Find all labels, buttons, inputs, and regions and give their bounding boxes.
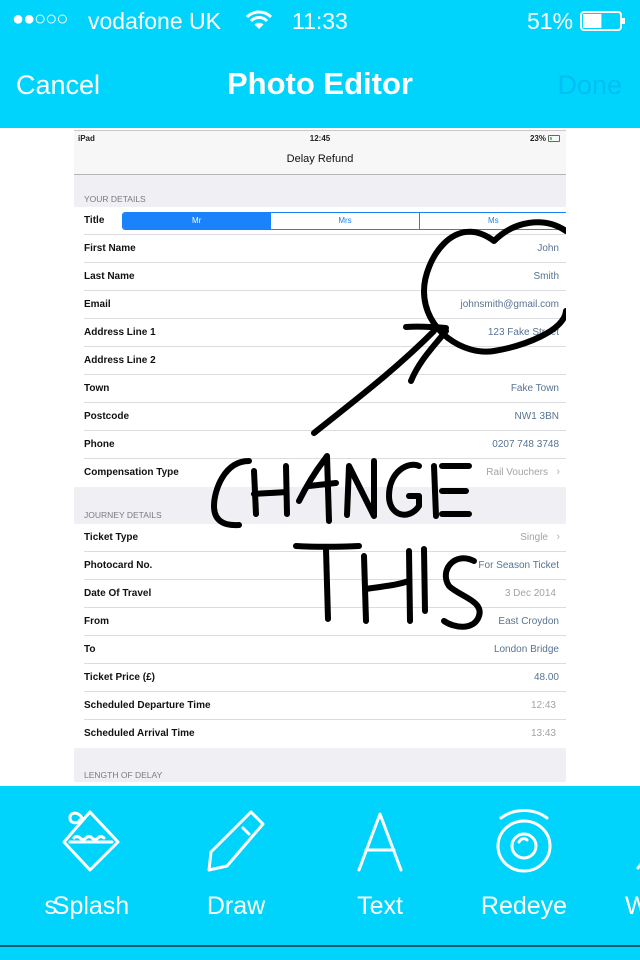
chevron-right-icon: › bbox=[556, 531, 560, 543]
pencil-icon bbox=[207, 810, 265, 872]
tool-redeye[interactable]: Redeye bbox=[459, 786, 589, 946]
table-row[interactable]: Address Line 1 123 Fake Street bbox=[84, 319, 566, 347]
row-label: Phone bbox=[84, 439, 115, 450]
table-row[interactable]: Photocard No. For Season Ticket bbox=[84, 552, 566, 580]
table-row[interactable]: Scheduled Departure Time 12:43 bbox=[84, 692, 566, 720]
tool-label: W bbox=[625, 892, 640, 920]
tool-draw[interactable]: Draw bbox=[171, 786, 301, 946]
segment-mrs[interactable]: Mrs bbox=[271, 213, 420, 229]
row-label: Last Name bbox=[84, 271, 135, 282]
row-label: Scheduled Departure Time bbox=[84, 700, 211, 711]
row-value: 12:43 bbox=[530, 700, 556, 711]
row-value: 123 Fake Street bbox=[487, 327, 559, 338]
section-header-journey-details: JOURNEY DETAILS bbox=[84, 510, 162, 520]
status-bar: ●●○○○ vodafone UK 11:33 51% bbox=[0, 0, 640, 42]
row-value: NW1 3BN bbox=[514, 411, 559, 422]
row-value: Single bbox=[520, 532, 548, 543]
row-label: Postcode bbox=[84, 411, 130, 422]
row-label: From bbox=[84, 616, 109, 627]
row-value: Rail Vouchers bbox=[486, 467, 548, 478]
row-value: Fake Town bbox=[510, 383, 559, 394]
row-label: Title bbox=[84, 215, 105, 226]
battery-icon bbox=[580, 11, 625, 31]
chevron-right-icon: › bbox=[556, 466, 560, 478]
row-label: Ticket Price (£) bbox=[84, 672, 155, 683]
table-row[interactable]: Town Fake Town bbox=[84, 375, 566, 403]
table-row[interactable]: Scheduled Arrival Time 13:43 bbox=[84, 720, 566, 748]
table-row[interactable]: Ticket Type Single › bbox=[84, 524, 566, 552]
eye-icon bbox=[496, 809, 552, 873]
row-value: For Season Ticket bbox=[478, 560, 559, 571]
paint-bucket-icon bbox=[62, 810, 120, 872]
row-label: Address Line 2 bbox=[84, 355, 156, 366]
row-value: 3 Dec 2014 bbox=[504, 588, 556, 599]
tool-label: Splash bbox=[52, 892, 130, 920]
section-header-length-of-delay: LENGTH OF DELAY bbox=[84, 770, 163, 780]
table-row[interactable]: From East Croydon bbox=[84, 608, 566, 636]
cancel-button[interactable]: Cancel bbox=[16, 70, 100, 101]
row-label: Compensation Type bbox=[84, 467, 179, 478]
tool-label: Redeye bbox=[480, 892, 568, 920]
row-label: Photocard No. bbox=[84, 560, 153, 571]
tool-splash[interactable]: Splash bbox=[26, 786, 156, 946]
done-button[interactable]: Done bbox=[557, 70, 622, 101]
row-label: To bbox=[84, 644, 96, 655]
top-bar: ●●○○○ vodafone UK 11:33 51% Cancel Photo… bbox=[0, 0, 640, 128]
row-label: First Name bbox=[84, 243, 136, 254]
photo-canvas[interactable]: iPad 12:45 23% Delay Refund YOUR DETAILS… bbox=[74, 130, 566, 782]
row-value: 13:43 bbox=[530, 728, 556, 739]
row-label: Scheduled Arrival Time bbox=[84, 728, 195, 739]
row-value: London Bridge bbox=[493, 644, 559, 655]
table-row[interactable]: Last Name Smith bbox=[84, 263, 566, 291]
row-label: Ticket Type bbox=[84, 532, 139, 543]
table-row[interactable]: Postcode NW1 3BN bbox=[84, 403, 566, 431]
row-value: 48.00 bbox=[533, 672, 559, 683]
tool-label: Text bbox=[357, 892, 403, 920]
title-segmented-control: Mr Mrs Ms bbox=[122, 212, 566, 230]
row-value: John bbox=[537, 243, 559, 254]
table-row[interactable]: Compensation Type Rail Vouchers › bbox=[84, 459, 566, 487]
row-value: 0207 748 3748 bbox=[492, 439, 559, 450]
tool-bar: s Splash Draw Text Redeye W bbox=[0, 786, 640, 960]
tool-text[interactable]: Text bbox=[315, 786, 445, 946]
segment-ms[interactable]: Ms bbox=[419, 213, 566, 229]
table-row[interactable]: First Name John bbox=[84, 235, 566, 263]
row-value: johnsmith@gmail.com bbox=[460, 299, 559, 310]
battery-percent: 51% bbox=[527, 8, 574, 34]
partial-tool-icon bbox=[636, 862, 640, 870]
clock: 11:33 bbox=[292, 8, 348, 34]
embedded-status-bar: iPad 12:45 23% bbox=[74, 131, 566, 147]
signal-strength-icon: ●●○○○ bbox=[12, 8, 68, 30]
your-details-table: Title Mr Mrs Ms First Name John Last Name… bbox=[74, 207, 566, 487]
row-value: Smith bbox=[533, 271, 559, 282]
row-label: Town bbox=[84, 383, 110, 394]
row-label: Date Of Travel bbox=[84, 588, 152, 599]
title-row: Title Mr Mrs Ms bbox=[84, 207, 566, 235]
table-row[interactable]: Phone 0207 748 3748 bbox=[84, 431, 566, 459]
row-label: Address Line 1 bbox=[84, 327, 156, 338]
nav-bar: Cancel Photo Editor Done bbox=[0, 42, 640, 128]
segment-mr[interactable]: Mr bbox=[123, 213, 272, 229]
table-row[interactable]: Address Line 2 bbox=[84, 347, 566, 375]
wifi-icon bbox=[246, 10, 272, 29]
table-row[interactable]: Email johnsmith@gmail.com bbox=[84, 291, 566, 319]
table-row[interactable]: Ticket Price (£) 48.00 bbox=[84, 664, 566, 692]
row-label: Email bbox=[84, 299, 111, 310]
embedded-time: 12:45 bbox=[309, 134, 331, 143]
toolbar-divider bbox=[0, 945, 640, 947]
row-value: East Croydon bbox=[498, 616, 559, 627]
tool-partial-right[interactable]: W bbox=[605, 786, 640, 946]
embedded-battery-icon bbox=[548, 135, 560, 142]
letter-a-icon bbox=[357, 812, 403, 872]
table-row[interactable]: To London Bridge bbox=[84, 636, 566, 664]
table-row[interactable]: Date Of Travel 3 Dec 2014 bbox=[84, 580, 566, 608]
journey-details-table: Ticket Type Single › Photocard No. For Seas… bbox=[74, 524, 566, 748]
tool-label: Draw bbox=[206, 892, 266, 920]
embedded-battery-percent: 23% bbox=[529, 134, 546, 143]
embedded-screen-title: Delay Refund bbox=[74, 147, 566, 175]
carrier-name: vodafone UK bbox=[88, 8, 221, 34]
section-header-your-details: YOUR DETAILS bbox=[84, 194, 146, 204]
